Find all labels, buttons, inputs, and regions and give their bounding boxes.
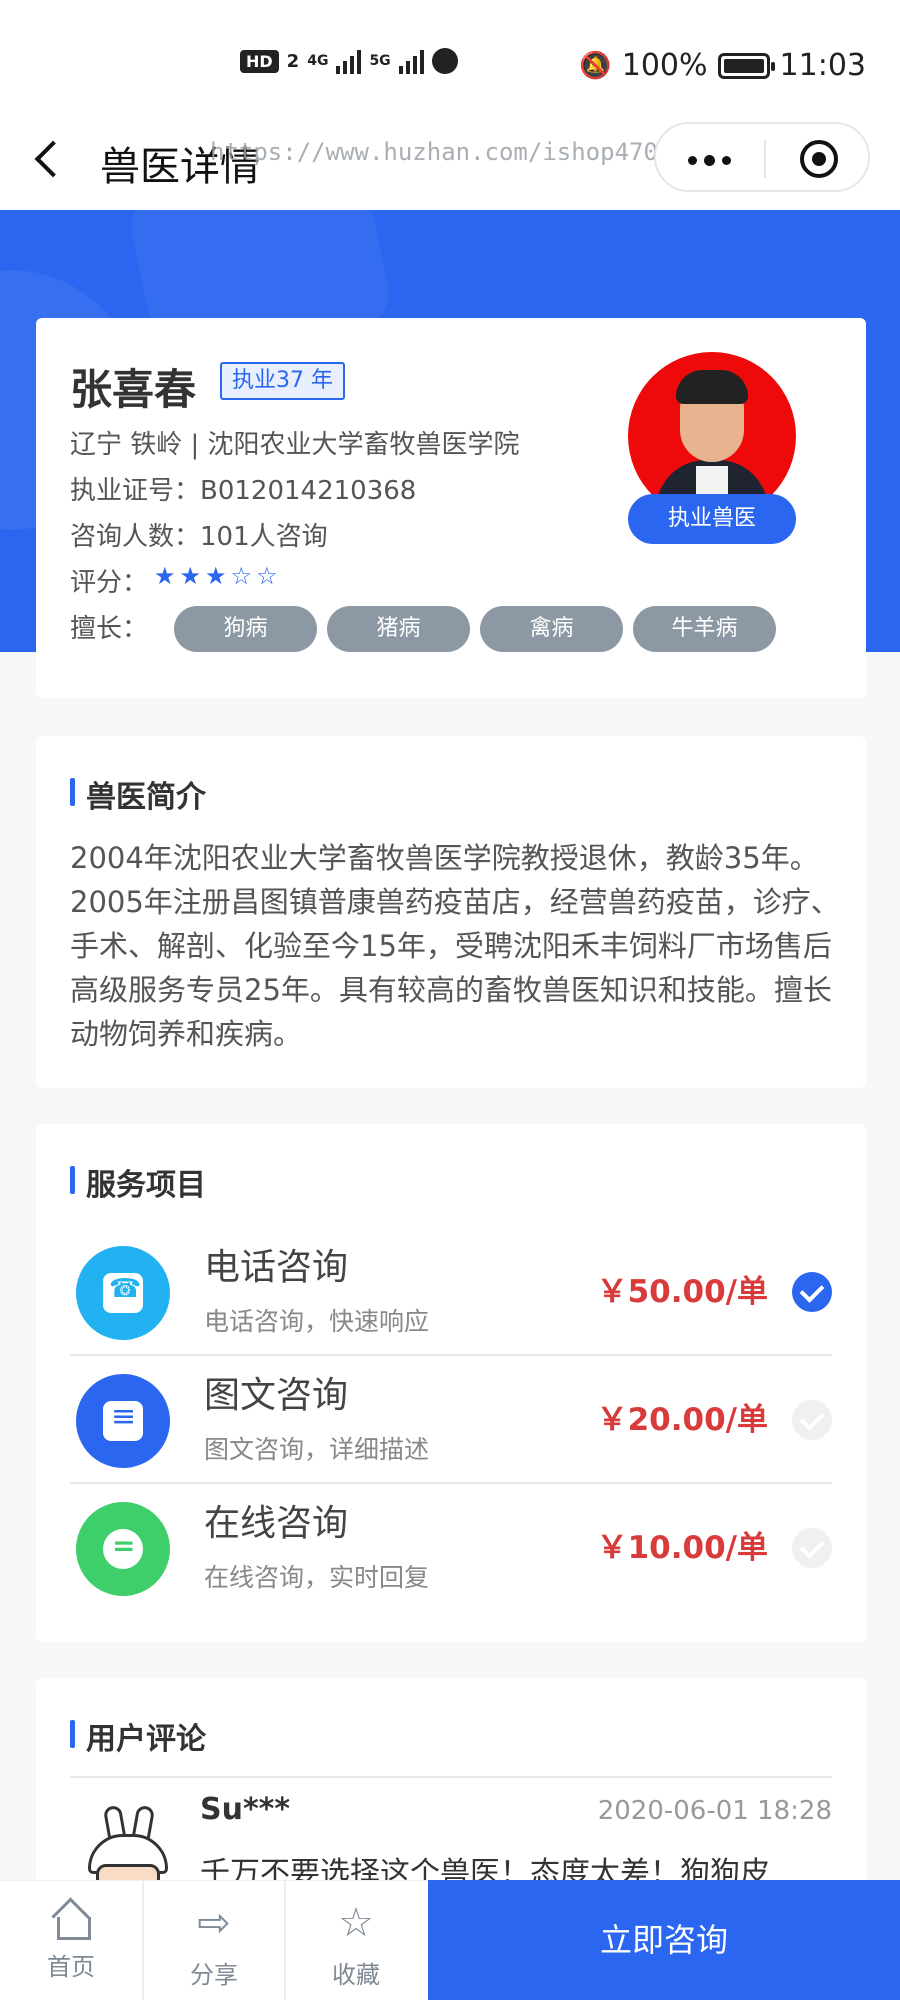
star-empty-icon: ☆ (256, 562, 278, 590)
vet-location: 辽宁 铁岭 | 沈阳农业大学畜牧兽医学院 (70, 430, 520, 460)
signal-icon-2 (398, 48, 424, 74)
capsule-divider (764, 140, 766, 178)
check-selected-icon[interactable] (792, 1272, 832, 1312)
chat-icon (76, 1502, 170, 1596)
target-close-icon[interactable] (800, 140, 838, 178)
skill-tags: 狗病 猪病 禽病 牛羊病 (174, 606, 776, 652)
star-filled-icon: ★ (154, 562, 176, 590)
nav-bar: 兽医详情 https://www.huzhan.com/ishop47020 (0, 108, 900, 210)
tab-favorite-label: 收藏 (332, 1961, 380, 1989)
service-name: 在线咨询 (204, 1503, 349, 1544)
clock: 11:03 (779, 48, 866, 83)
consult-now-button[interactable]: 立即咨询 (428, 1880, 900, 2000)
intro-text: 2004年沈阳农业大学畜牧兽医学院教授退休，教龄35年。2005年注册昌图镇普康… (70, 841, 840, 1051)
skill-tag[interactable]: 狗病 (174, 606, 317, 652)
more-dots-icon[interactable] (688, 155, 731, 166)
service-desc: 在线咨询，实时回复 (204, 1563, 430, 1592)
watermark: https://www.huzhan.com/ishop47020 (210, 138, 687, 166)
rating-label: 评分： (70, 568, 149, 598)
document-icon (76, 1374, 170, 1468)
tab-home[interactable]: 首页 (0, 1881, 142, 2000)
services-card: 服务项目 电话咨询 电话咨询，快速响应 ￥50.00/单 图文咨询 图文咨询，详… (36, 1124, 866, 1642)
service-desc: 图文咨询，详细描述 (204, 1435, 430, 1464)
service-price: ￥50.00/单 (596, 1274, 768, 1310)
tab-share-label: 分享 (190, 1961, 238, 1989)
skills-label: 擅长： (70, 614, 149, 644)
role-badge: 执业兽医 (628, 494, 796, 544)
service-item-document[interactable]: 图文咨询 图文咨询，详细描述 ￥20.00/单 (70, 1356, 832, 1484)
rating-stars: ★ ★ ★ ☆ ☆ (154, 562, 278, 590)
network-5g-label: 5G (369, 53, 391, 69)
skill-tag[interactable]: 猪病 (327, 606, 470, 652)
tab-share[interactable]: ⇨ 分享 (142, 1881, 284, 2000)
phone-icon (76, 1246, 170, 1340)
miniapp-capsule (654, 122, 870, 192)
vet-profile-card: 张喜春 执业37 年 辽宁 铁岭 | 沈阳农业大学畜牧兽医学院 执业证号：B01… (36, 318, 866, 698)
hd-icon: HD (240, 49, 279, 73)
license-number: 执业证号：B012014210368 (70, 476, 417, 506)
battery-percent: 100% (621, 48, 708, 83)
network-4g-label: 4G (307, 53, 329, 69)
tab-home-label: 首页 (47, 1953, 95, 1981)
home-icon (51, 1903, 91, 1940)
section-title-intro: 兽医简介 (70, 772, 206, 816)
service-name: 图文咨询 (204, 1375, 349, 1416)
tab-favorite[interactable]: ☆ 收藏 (284, 1881, 426, 2000)
star-empty-icon: ☆ (230, 562, 253, 590)
star-filled-icon: ★ (179, 562, 202, 590)
service-name: 电话咨询 (204, 1247, 349, 1288)
skill-tag[interactable]: 牛羊病 (633, 606, 776, 652)
network-indicators: HD 2 4G 5G (240, 48, 458, 74)
service-price: ￥20.00/单 (596, 1402, 768, 1438)
signal-icon (336, 48, 362, 74)
bell-off-icon: 🔕 (579, 50, 612, 81)
check-unselected-icon[interactable] (792, 1400, 832, 1440)
service-item-phone[interactable]: 电话咨询 电话咨询，快速响应 ￥50.00/单 (70, 1228, 832, 1356)
system-indicators: 🔕 100% 11:03 (579, 48, 866, 83)
back-button[interactable] (30, 134, 70, 184)
service-desc: 电话咨询，快速响应 (204, 1307, 430, 1336)
battery-icon (717, 52, 775, 79)
sim-indicator: 2 (286, 50, 300, 72)
review-time: 2020-06-01 18:28 (597, 1796, 832, 1826)
skill-tag[interactable]: 禽病 (480, 606, 623, 652)
service-item-chat[interactable]: 在线咨询 在线咨询，实时回复 ￥10.00/单 (70, 1484, 832, 1612)
check-unselected-icon[interactable] (792, 1528, 832, 1568)
reviewer-name: Su*** (200, 1792, 291, 1827)
section-title-services: 服务项目 (70, 1160, 206, 1204)
globe-icon (431, 48, 458, 74)
share-icon: ⇨ (197, 1900, 231, 1946)
star-filled-icon: ★ (205, 562, 227, 590)
practice-years-badge: 执业37 年 (220, 362, 345, 400)
vet-intro-card: 兽医简介 2004年沈阳农业大学畜牧兽医学院教授退休，教龄35年。2005年注册… (36, 736, 866, 1088)
status-bar: HD 2 4G 5G 🔕 100% 11:03 (0, 0, 900, 108)
consult-count: 咨询人数：101人咨询 (70, 522, 328, 552)
divider (70, 1776, 832, 1778)
section-title-reviews: 用户评论 (70, 1714, 206, 1758)
star-icon: ☆ (338, 1900, 374, 1946)
service-price: ￥10.00/单 (596, 1530, 768, 1566)
vet-name: 张喜春 (70, 365, 197, 414)
